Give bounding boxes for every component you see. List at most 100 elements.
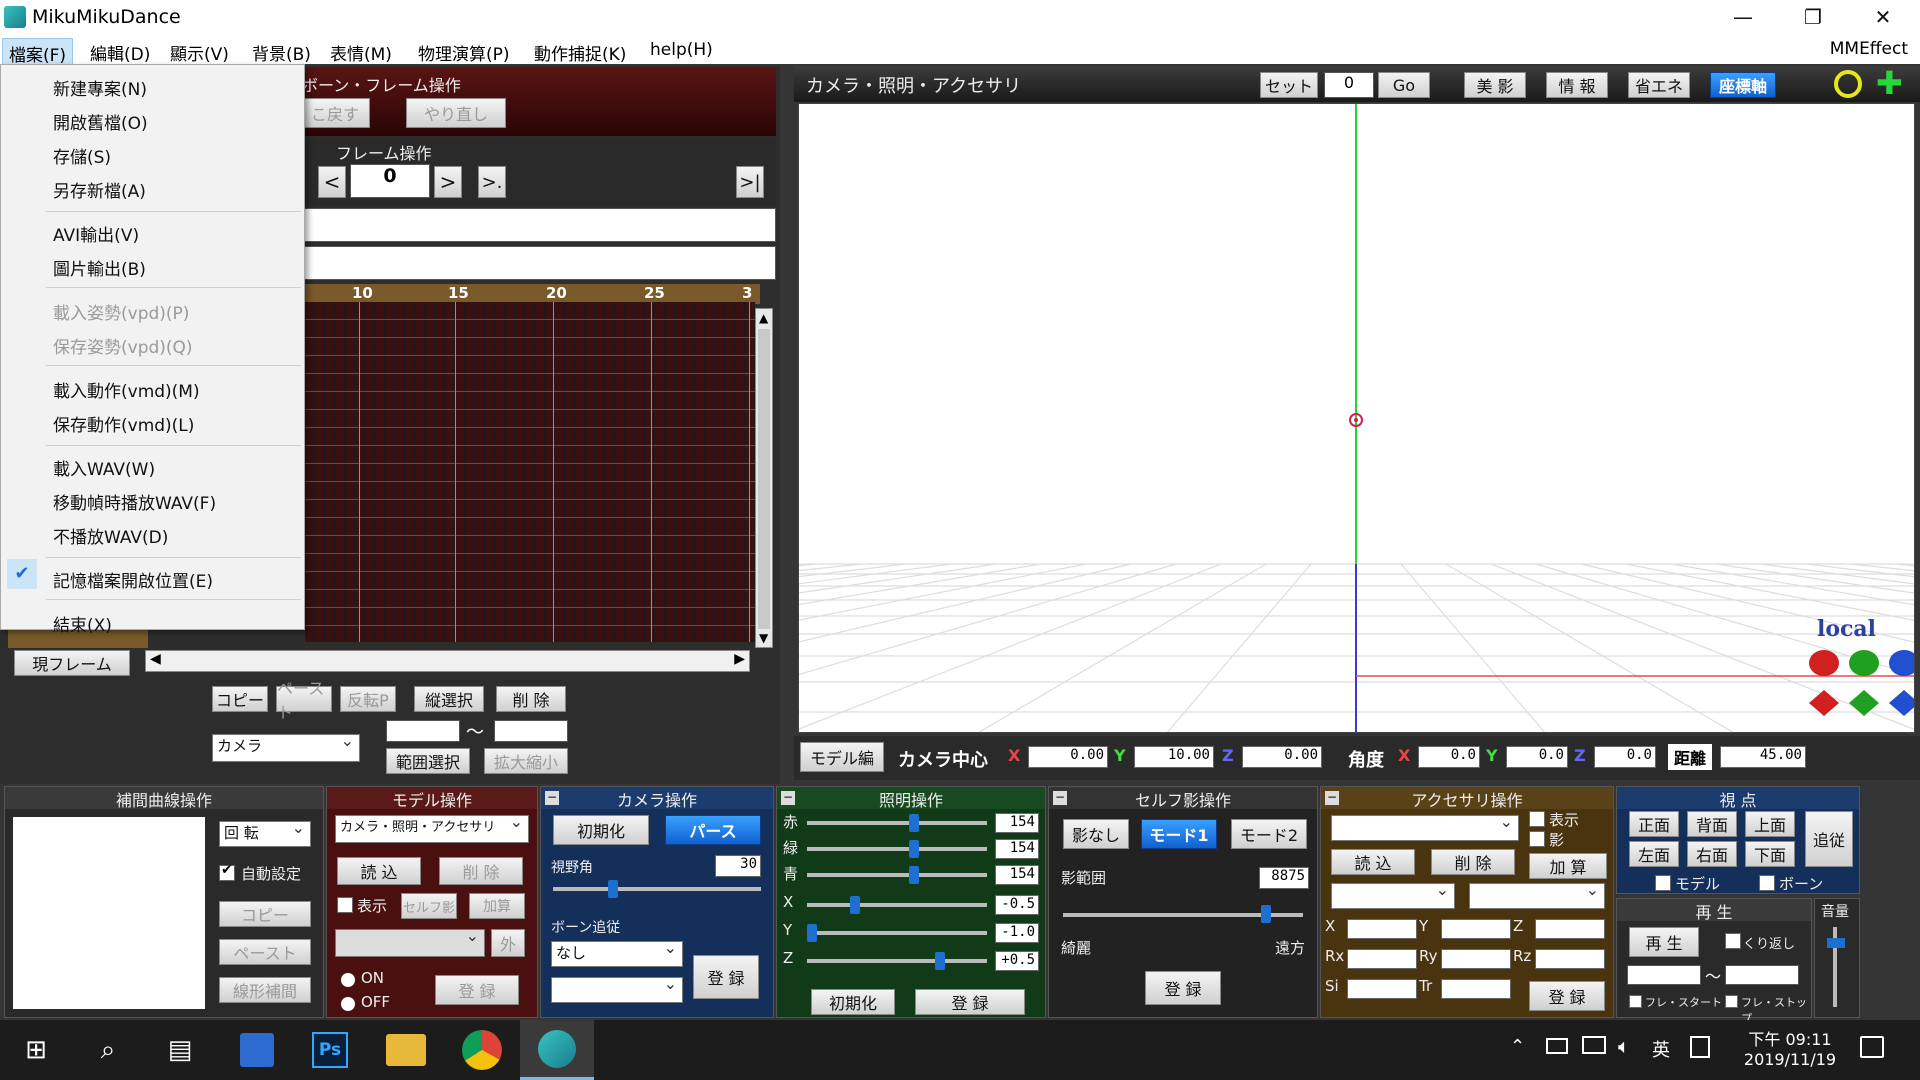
info-button[interactable]: 情 報	[1546, 72, 1608, 98]
camera-x-field[interactable]: 0.00	[1028, 746, 1108, 768]
camera-register-button[interactable]: 登 録	[693, 955, 759, 999]
fov-slider-thumb[interactable]	[608, 880, 619, 898]
accessory-delete-button[interactable]: 削 除	[1431, 849, 1515, 875]
timeline-row[interactable]	[305, 536, 755, 554]
accessory-z-field[interactable]	[1535, 919, 1605, 939]
bone-name-field-2[interactable]	[300, 246, 776, 280]
menu-item-load-motion[interactable]: 載入動作(vmd)(M)	[53, 377, 200, 402]
off-radio[interactable]	[341, 997, 355, 1011]
accessory-register-button[interactable]: 登 録	[1529, 981, 1605, 1011]
accessory-select[interactable]	[1331, 812, 1519, 841]
light-y-slider-track[interactable]	[807, 931, 987, 935]
distance-field[interactable]: 45.00	[1720, 746, 1806, 768]
menu-view[interactable]: 顯示(V)	[164, 38, 235, 67]
chrome-icon[interactable]	[462, 1030, 502, 1070]
timeline-vscroll[interactable]: ▲ ▼	[755, 308, 773, 648]
on-radio[interactable]	[341, 973, 355, 987]
file-explorer-icon[interactable]	[386, 1034, 426, 1066]
current-frame-button[interactable]: 現フレーム	[14, 650, 130, 676]
menu-motion-capture[interactable]: 動作捕捉(K)	[528, 38, 632, 67]
auto-setting-checkbox[interactable]: ✔	[219, 862, 235, 881]
timeline-row[interactable]	[305, 428, 755, 446]
perspective-button[interactable]: パース	[665, 815, 761, 845]
frame-stop-checkbox[interactable]	[1725, 995, 1738, 1008]
accessory-bone-select[interactable]	[1469, 880, 1605, 909]
menu-item-remember-open-location[interactable]: 記憶檔案開啟位置(E)	[53, 567, 213, 592]
follow-model-select[interactable]: なし	[551, 938, 683, 967]
light-z-field[interactable]: +0.5	[995, 951, 1039, 971]
mmd-taskbar-button[interactable]	[520, 1020, 594, 1080]
shadow-none-button[interactable]: 影なし	[1063, 819, 1129, 849]
camera-init-button[interactable]: 初期化	[553, 815, 649, 845]
model-register-button[interactable]: 登 録	[435, 975, 519, 1005]
next-frame-button[interactable]: >	[434, 166, 462, 198]
redo-button[interactable]: やり直し	[406, 98, 506, 128]
timeline-hscroll[interactable]: ◀ ▶	[145, 650, 750, 672]
interp-paste-button[interactable]: ペースト	[219, 939, 311, 965]
scroll-up-icon[interactable]: ▲	[759, 311, 768, 325]
light-g-slider-thumb[interactable]	[909, 840, 919, 858]
model-select[interactable]: カメラ・照明・アクセサリ	[335, 812, 529, 843]
network-icon[interactable]	[1582, 1036, 1606, 1054]
linear-interp-button[interactable]: 線形補間	[219, 977, 311, 1003]
menu-item-save-motion[interactable]: 保存動作(vmd)(L)	[53, 411, 194, 436]
light-r-slider-track[interactable]	[807, 821, 987, 825]
menu-mmeffect[interactable]: MMEffect	[1830, 39, 1908, 59]
range-select-button[interactable]: 範囲選択	[386, 748, 470, 774]
accessory-x-field[interactable]	[1347, 919, 1417, 939]
light-x-slider-track[interactable]	[807, 903, 987, 907]
menu-item-load-wav[interactable]: 載入WAV(W)	[53, 455, 155, 480]
timeline-row[interactable]	[305, 374, 755, 392]
collapse-icon[interactable]: −	[1053, 791, 1067, 805]
menu-item-no-wav[interactable]: 不播放WAV(D)	[53, 523, 168, 548]
timeline-row[interactable]	[305, 338, 755, 356]
light-init-button[interactable]: 初期化	[811, 989, 895, 1015]
shadow-mode2-button[interactable]: モード2	[1231, 819, 1307, 849]
undo-button[interactable]: こ戻す	[300, 98, 370, 128]
accessory-shadow-checkbox[interactable]	[1529, 831, 1545, 847]
light-y-field[interactable]: -1.0	[995, 923, 1039, 943]
windows-start-icon[interactable]: ⊞	[14, 1028, 58, 1072]
repeat-checkbox[interactable]	[1725, 933, 1741, 949]
delete-button[interactable]: 削 除	[496, 686, 566, 712]
light-z-slider-thumb[interactable]	[934, 952, 945, 970]
accessory-load-button[interactable]: 読 込	[1331, 849, 1415, 875]
menu-edit[interactable]: 編輯(D)	[84, 38, 156, 67]
accessory-rx-field[interactable]	[1347, 949, 1417, 969]
view-model-checkbox[interactable]	[1655, 875, 1671, 891]
frame-start-checkbox[interactable]	[1629, 995, 1642, 1008]
timeline-row[interactable]	[305, 446, 755, 464]
angle-z-field[interactable]: 0.0	[1594, 746, 1656, 768]
menu-background[interactable]: 背景(B)	[246, 38, 317, 67]
view-left-button[interactable]: 左面	[1629, 841, 1679, 867]
rotate-z-icon[interactable]	[1889, 650, 1914, 676]
clock-date[interactable]: 2019/11/19	[1740, 1050, 1840, 1069]
play-button[interactable]: 再 生	[1629, 927, 1699, 957]
accessory-y-field[interactable]	[1441, 919, 1511, 939]
collapse-icon[interactable]: −	[1325, 791, 1339, 805]
timeline-row[interactable]	[305, 590, 755, 608]
accessory-si-field[interactable]	[1347, 979, 1417, 999]
ime-mode-icon[interactable]	[1690, 1036, 1710, 1058]
shadow-mode1-button[interactable]: モード1	[1141, 819, 1217, 849]
menu-item-save-as[interactable]: 另存新檔(A)	[53, 177, 146, 202]
task-view-icon[interactable]: ▤	[158, 1028, 202, 1072]
model-edit-button[interactable]: モデル編	[800, 742, 884, 772]
accessory-tr-field[interactable]	[1441, 979, 1511, 999]
play-end-field[interactable]	[1725, 965, 1799, 985]
volume-icon[interactable]: 🔈︎	[1618, 1034, 1630, 1058]
move-icon[interactable]: ✚	[1876, 67, 1903, 99]
minimize-button[interactable]: —	[1714, 0, 1772, 34]
beauty-shadow-button[interactable]: 美 影	[1464, 72, 1526, 98]
light-b-slider-thumb[interactable]	[909, 866, 919, 884]
prev-frame-button[interactable]: <	[318, 166, 346, 198]
range-end-field[interactable]	[494, 720, 568, 742]
timeline-row[interactable]	[305, 572, 755, 590]
light-register-button[interactable]: 登 録	[915, 989, 1025, 1015]
timeline-row[interactable]	[305, 500, 755, 518]
collapse-icon[interactable]: −	[545, 791, 559, 805]
model-add-button[interactable]: 加算	[469, 893, 525, 919]
light-x-field[interactable]: -0.5	[995, 895, 1039, 915]
view-bone-checkbox[interactable]	[1759, 875, 1775, 891]
collapse-icon[interactable]: −	[781, 791, 795, 805]
